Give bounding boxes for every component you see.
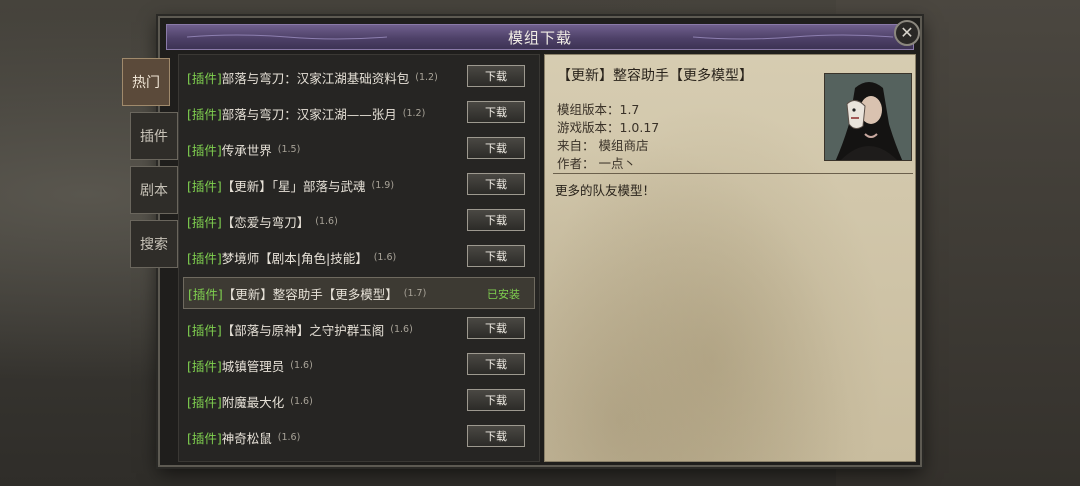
download-button[interactable]: 下载 xyxy=(467,245,525,267)
mod-row[interactable]: [插件] 【恋爱与弯刀】 (1.6) 下载 xyxy=(183,205,535,237)
mod-version: (1.2) xyxy=(415,71,438,83)
mod-row[interactable]: [插件] 附魔最大化 (1.6) 下载 xyxy=(183,385,535,417)
detail-mod-version: 模组版本：1.7 xyxy=(557,102,640,117)
detail-divider xyxy=(553,173,913,174)
download-button[interactable]: 下载 xyxy=(467,317,525,339)
detail-author: 作者： 一点丶 xyxy=(557,156,636,171)
download-button[interactable]: 下载 xyxy=(467,173,525,195)
mod-version: (1.6) xyxy=(373,251,397,263)
mod-name: 传承世界 xyxy=(221,142,272,158)
mod-tag: [插件] xyxy=(187,430,222,446)
tab-scripts-label: 剧本 xyxy=(140,183,168,199)
mod-version: (1.6) xyxy=(390,323,413,335)
detail-title: 【更新】整容助手【更多模型】 xyxy=(557,68,753,84)
mod-tag: [插件] xyxy=(187,70,222,86)
mod-name: 【更新】整容助手【更多模型】 xyxy=(222,286,398,302)
download-button[interactable]: 下载 xyxy=(467,65,525,87)
title-ornament-right xyxy=(693,34,893,40)
tab-plugins[interactable]: 插件 xyxy=(130,112,178,160)
mod-tag: [插件] xyxy=(187,106,222,122)
mod-name: 【部落与原神】之守护群玉阁 xyxy=(221,322,385,338)
download-button[interactable]: 下载 xyxy=(467,389,525,411)
mod-row[interactable]: [插件] 传承世界 (1.5) 下载 xyxy=(183,133,535,165)
detail-game-version: 游戏版本：1.0.17 xyxy=(557,120,660,135)
mod-name: 部落与弯刀：汉家江湖——张月 xyxy=(221,106,397,122)
tab-search-label: 搜索 xyxy=(140,237,168,253)
mod-name: 部落与弯刀：汉家江湖基础资料包 xyxy=(221,70,410,86)
mod-tag: [插件] xyxy=(187,250,222,266)
mod-tag: [插件] xyxy=(187,358,222,374)
mod-version: (1.6) xyxy=(290,395,313,407)
mod-version: (1.9) xyxy=(371,179,395,191)
tab-scripts[interactable]: 剧本 xyxy=(130,166,178,214)
mod-name: 梦境师【剧本|角色|技能】 xyxy=(221,250,368,266)
tab-hot-label: 热门 xyxy=(132,75,160,91)
download-button[interactable]: 下载 xyxy=(467,425,525,447)
mod-name: 【更新】「星」部落与武魂 xyxy=(221,178,366,194)
mod-row[interactable]: [插件] 城镇管理员 (1.6) 下载 xyxy=(183,349,535,381)
mod-tag: [插件] xyxy=(188,286,223,302)
mod-row[interactable]: [插件] 部落与弯刀：汉家江湖——张月 (1.2) 下载 xyxy=(183,97,535,129)
mod-version: (1.7) xyxy=(403,287,427,299)
mod-detail-panel: 【更新】整容助手【更多模型】 模组版本：1.7 游戏版本：1.0.17 来自： … xyxy=(544,54,916,462)
detail-source: 来自： 模组商店 xyxy=(557,138,649,153)
tab-search[interactable]: 搜索 xyxy=(130,220,178,268)
mod-version: (1.6) xyxy=(290,359,313,371)
character-portrait-icon xyxy=(825,74,911,160)
mod-row[interactable]: [插件] 部落与弯刀：汉家江湖基础资料包 (1.2) 下载 xyxy=(183,61,535,93)
close-icon: ✕ xyxy=(900,23,914,42)
tab-plugins-label: 插件 xyxy=(140,129,168,145)
detail-description: 更多的队友模型！ xyxy=(555,183,656,198)
window-title: 模组下载 xyxy=(507,28,572,47)
mod-row[interactable]: [插件] 神奇松鼠 (1.6) 下载 xyxy=(183,421,535,453)
download-button[interactable]: 下载 xyxy=(467,137,525,159)
mod-version: (1.2) xyxy=(402,107,426,119)
mod-row[interactable]: [插件] 【更新】「星」部落与武魂 (1.9) 下载 xyxy=(183,169,535,201)
mod-preview-image xyxy=(824,73,912,161)
close-button[interactable]: ✕ xyxy=(894,20,920,46)
mod-version: (1.6) xyxy=(277,431,301,443)
mod-tag: [插件] xyxy=(187,394,222,410)
mod-name: 城镇管理员 xyxy=(221,358,285,374)
installed-label: 已安装 xyxy=(487,288,520,301)
mod-name: 附魔最大化 xyxy=(221,394,285,410)
mod-tag: [插件] xyxy=(187,322,222,338)
mod-version: (1.6) xyxy=(315,215,338,227)
download-button[interactable]: 下载 xyxy=(467,101,525,123)
mod-row[interactable]: [插件] 梦境师【剧本|角色|技能】 (1.6) 下载 xyxy=(183,241,535,273)
window-titlebar: 模组下载 xyxy=(166,24,914,50)
mod-tag: [插件] xyxy=(187,214,222,230)
download-button[interactable]: 下载 xyxy=(467,209,525,231)
mod-version: (1.5) xyxy=(277,143,301,155)
mod-list: [插件] 部落与弯刀：汉家江湖基础资料包 (1.2) 下载 [插件] 部落与弯刀：汉家… xyxy=(178,54,540,462)
mod-name: 神奇松鼠 xyxy=(221,430,272,446)
mod-tag: [插件] xyxy=(187,178,222,194)
mod-row[interactable]: [插件] 【部落与原神】之守护群玉阁 (1.6) 下载 xyxy=(183,313,535,345)
download-button[interactable]: 下载 xyxy=(467,353,525,375)
title-ornament-left xyxy=(187,34,387,40)
tab-hot[interactable]: 热门 xyxy=(122,58,170,106)
mod-row-selected[interactable]: [插件] 【更新】整容助手【更多模型】 (1.7) 已安装 xyxy=(183,277,535,309)
mod-tag: [插件] xyxy=(187,142,222,158)
mod-name: 【恋爱与弯刀】 xyxy=(221,214,310,230)
